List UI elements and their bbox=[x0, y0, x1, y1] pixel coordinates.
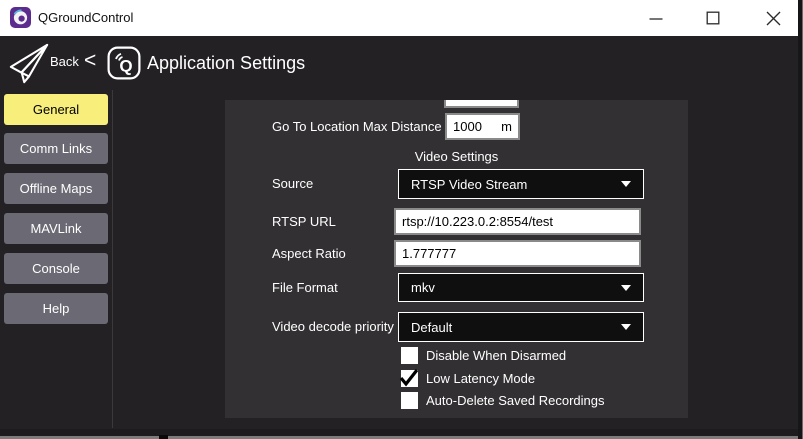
rtsp-url-value: rtsp://10.223.0.2:8554/test bbox=[402, 214, 553, 229]
sidebar-item-console[interactable]: Console bbox=[4, 253, 108, 284]
window-title: QGroundControl bbox=[38, 0, 133, 36]
sidebar-item-label: Help bbox=[43, 301, 70, 316]
low-latency-mode-row: Low Latency Mode bbox=[401, 370, 535, 387]
source-selected-value: RTSP Video Stream bbox=[411, 177, 527, 192]
file-format-label: File Format bbox=[272, 273, 338, 302]
file-format-dropdown[interactable]: mkv bbox=[398, 273, 644, 302]
max-distance-label: Go To Location Max Distance bbox=[272, 113, 442, 140]
svg-text:Q: Q bbox=[119, 57, 132, 76]
qgc-settings-logo-icon: Q bbox=[107, 46, 141, 85]
auto-delete-recordings-checkbox[interactable] bbox=[401, 392, 418, 409]
low-latency-mode-checkbox[interactable] bbox=[401, 370, 418, 387]
decode-priority-selected-value: Default bbox=[411, 320, 452, 335]
chevron-left-icon[interactable]: < bbox=[84, 36, 96, 90]
disable-when-disarmed-checkbox[interactable] bbox=[401, 347, 418, 364]
decode-priority-dropdown[interactable]: Default bbox=[398, 312, 644, 342]
sidebar-item-offline-maps[interactable]: Offline Maps bbox=[4, 173, 108, 204]
rtsp-url-label: RTSP URL bbox=[272, 208, 336, 235]
sidebar-item-label: General bbox=[33, 102, 79, 117]
sidebar-divider bbox=[112, 90, 113, 428]
chevron-down-icon bbox=[621, 181, 631, 187]
scrolled-input-partial[interactable] bbox=[444, 100, 519, 108]
max-distance-unit: m bbox=[501, 119, 512, 134]
window-titlebar[interactable]: QGroundControl bbox=[0, 0, 803, 36]
disable-when-disarmed-row: Disable When Disarmed bbox=[401, 347, 566, 364]
aspect-ratio-input[interactable]: 1.777777 bbox=[394, 240, 641, 267]
maximize-button[interactable] bbox=[696, 3, 730, 33]
qgc-app-icon bbox=[10, 7, 31, 28]
vehicle-plane-icon[interactable] bbox=[8, 42, 50, 91]
bottom-edge-notch bbox=[159, 435, 168, 439]
auto-delete-recordings-row: Auto-Delete Saved Recordings bbox=[401, 392, 605, 409]
minimize-button[interactable] bbox=[639, 3, 673, 33]
check-icon bbox=[398, 367, 420, 388]
sidebar-item-comm-links[interactable]: Comm Links bbox=[4, 133, 108, 164]
aspect-ratio-label: Aspect Ratio bbox=[272, 240, 346, 267]
sidebar-item-mavlink[interactable]: MAVLink bbox=[4, 213, 108, 244]
max-distance-value: 1000 bbox=[453, 119, 482, 134]
app-header: Back < Q Application Settings bbox=[0, 36, 803, 90]
file-format-selected-value: mkv bbox=[411, 280, 435, 295]
checkbox-label: Auto-Delete Saved Recordings bbox=[426, 393, 605, 408]
decode-priority-label: Video decode priority bbox=[272, 312, 394, 342]
settings-panel: Go To Location Max Distance 1000 m Video… bbox=[225, 100, 688, 418]
sidebar-item-label: MAVLink bbox=[30, 221, 81, 236]
source-label: Source bbox=[272, 169, 313, 199]
max-distance-input[interactable]: 1000 m bbox=[445, 113, 520, 140]
checkbox-label: Disable When Disarmed bbox=[426, 348, 566, 363]
rtsp-url-input[interactable]: rtsp://10.223.0.2:8554/test bbox=[394, 208, 641, 235]
aspect-ratio-value: 1.777777 bbox=[402, 246, 456, 261]
sidebar-item-label: Comm Links bbox=[20, 141, 92, 156]
sidebar-item-help[interactable]: Help bbox=[4, 293, 108, 324]
video-settings-section-title: Video Settings bbox=[225, 149, 688, 164]
chevron-down-icon bbox=[621, 324, 631, 330]
page-title: Application Settings bbox=[147, 36, 305, 90]
sidebar-item-label: Offline Maps bbox=[20, 181, 93, 196]
sidebar-item-label: Console bbox=[32, 261, 80, 276]
sidebar-item-general[interactable]: General bbox=[4, 94, 108, 125]
chevron-down-icon bbox=[621, 285, 631, 291]
source-dropdown[interactable]: RTSP Video Stream bbox=[398, 169, 644, 199]
qgroundcontrol-window: QGroundControl Back < bbox=[0, 0, 803, 439]
checkbox-label: Low Latency Mode bbox=[426, 371, 535, 386]
back-button[interactable]: Back bbox=[50, 36, 79, 90]
close-button[interactable] bbox=[756, 3, 790, 33]
